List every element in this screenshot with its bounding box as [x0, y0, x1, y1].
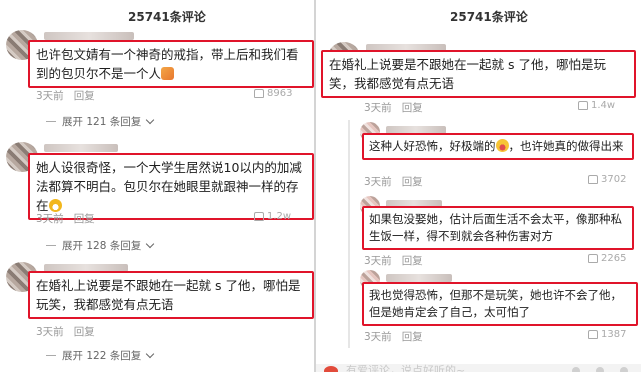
chevron-down-icon [145, 239, 155, 249]
avatar-icon [324, 366, 338, 372]
like-count: 1387 [601, 329, 627, 340]
thumbs-up-icon [588, 330, 598, 339]
cat-emoji-icon [161, 67, 175, 80]
username-blurred[interactable] [44, 144, 118, 152]
comment-input[interactable]: 有爱评论，说点好听的~ [346, 362, 465, 372]
left-comment-panel: 25741条评论 也许包文婧有一个神奇的戒指，带上后和我们看到的包贝尔不是一个人… [0, 0, 314, 372]
reply-button[interactable]: 回复 [402, 102, 423, 114]
reply-button[interactable]: 回复 [74, 90, 95, 102]
comment-meta: 3天前 回复 [36, 324, 95, 339]
thumbs-up-icon [588, 254, 598, 263]
reply-time: 3天前 [364, 255, 392, 267]
thumbs-up-icon [254, 212, 264, 221]
expand-rule [46, 245, 56, 246]
comment-meta: 3天前 回复 [36, 88, 95, 103]
comment-text-box[interactable]: 在婚礼上说要是不跟她在一起就 s 了他，哪怕是玩笑，我都感觉有点无语 [28, 271, 314, 319]
comment-text-box[interactable]: 也许包文婧有一个神奇的戒指，带上后和我们看到的包贝尔不是一个人 [28, 40, 314, 88]
comment-text-box[interactable]: 她人设很奇怪，一个大学生居然说10以内的加减法都算不明白。包贝尔在她眼里就跟神一… [28, 153, 314, 220]
chevron-down-icon [145, 349, 155, 359]
username-blurred[interactable] [386, 274, 452, 282]
comment-time: 3天前 [36, 213, 64, 225]
laughing-emoji-icon [495, 139, 509, 152]
like-count: 3702 [601, 174, 627, 185]
comment-count-title: 25741条评论 [128, 10, 206, 24]
right-comment-panel: 25741条评论 在婚礼上说要是不跟她在一起就 s 了他，哪怕是玩笑，我都感觉有… [316, 0, 641, 372]
image-button-icon[interactable] [620, 367, 628, 372]
comment-count-title: 25741条评论 [450, 10, 528, 24]
reply-text-box[interactable]: 如果包没娶她，估计后面生活不会太平，像那种私生饭一样，得不到就会各种伤害对方 [362, 206, 634, 250]
reply-text: 我也觉得恐怖，但那不是玩笑，她也许不会了他，但是她肯定会了自己，太可怕了 [369, 288, 622, 319]
expand-rule [46, 121, 56, 122]
expand-rule [46, 355, 56, 356]
reply-button[interactable]: 回复 [402, 176, 423, 188]
comment-text: 她人设很奇怪，一个大学生居然说10以内的加减法都算不明白。包贝尔在她眼里就跟神一… [36, 160, 302, 213]
like-count: 2265 [601, 253, 627, 264]
like-button[interactable]: 2265 [588, 253, 626, 264]
reply-text: 如果包没娶她，估计后面生活不会太平，像那种私生饭一样，得不到就会各种伤害对方 [369, 212, 622, 243]
chevron-down-icon [145, 115, 155, 125]
comment-text: 在婚礼上说要是不跟她在一起就 s 了他，哪怕是玩笑，我都感觉有点无语 [36, 278, 301, 312]
comment-time: 3天前 [36, 90, 64, 102]
reply-thread-line [348, 120, 350, 348]
reply-meta: 3天前 回复 [364, 253, 423, 268]
expand-replies-label: 展开 121 条回复 [62, 116, 142, 128]
like-count: 1.4w [591, 100, 616, 111]
thumbs-up-icon [578, 101, 588, 110]
expand-replies-label: 展开 122 条回复 [62, 350, 142, 362]
like-button[interactable]: 8963 [254, 88, 292, 99]
reply-button[interactable]: 回复 [402, 255, 423, 267]
thumbs-up-icon [588, 175, 598, 184]
reply-text-cont: ，也许她真的做得出来 [508, 139, 624, 153]
like-button[interactable]: 1.4w [578, 100, 615, 111]
reply-button[interactable]: 回复 [74, 326, 95, 338]
like-count: 8963 [267, 88, 293, 99]
comment-time: 3天前 [36, 326, 64, 338]
comment-meta: 3天前 回复 [36, 211, 95, 226]
like-button[interactable]: 1387 [588, 329, 626, 340]
expand-replies-link[interactable]: 展开 122 条回复 [46, 348, 155, 363]
like-button[interactable]: 3702 [588, 174, 626, 185]
reply-text: 这种人好恐怖，好极端的 [369, 139, 496, 153]
username-blurred[interactable] [44, 32, 134, 40]
reply-button[interactable]: 回复 [74, 213, 95, 225]
comment-meta: 3天前 回复 [364, 100, 423, 115]
reply-button[interactable]: 回复 [402, 331, 423, 343]
reply-text-box[interactable]: 这种人好恐怖，好极端的 ，也许她真的做得出来 [362, 133, 634, 160]
like-button[interactable]: 1.2w [254, 211, 291, 222]
thumbs-up-icon [254, 89, 264, 98]
reply-text-box[interactable]: 我也觉得恐怖，但那不是玩笑，她也许不会了他，但是她肯定会了自己，太可怕了 [362, 282, 638, 326]
expand-replies-link[interactable]: 展开 128 条回复 [46, 238, 155, 253]
expand-replies-label: 展开 128 条回复 [62, 240, 142, 252]
emoji-button-icon[interactable] [572, 367, 580, 372]
reply-time: 3天前 [364, 331, 392, 343]
comment-time: 3天前 [364, 102, 392, 114]
reply-time: 3天前 [364, 176, 392, 188]
reply-meta: 3天前 回复 [364, 329, 423, 344]
at-button-icon[interactable] [596, 367, 604, 372]
comment-text-box[interactable]: 在婚礼上说要是不跟她在一起就 s 了他，哪怕是玩笑，我都感觉有点无语 [321, 50, 636, 98]
comment-text: 在婚礼上说要是不跟她在一起就 s 了他，哪怕是玩笑，我都感觉有点无语 [329, 57, 606, 91]
like-count: 1.2w [267, 211, 292, 222]
reply-meta: 3天前 回复 [364, 174, 423, 189]
expand-replies-link[interactable]: 展开 121 条回复 [46, 114, 155, 129]
